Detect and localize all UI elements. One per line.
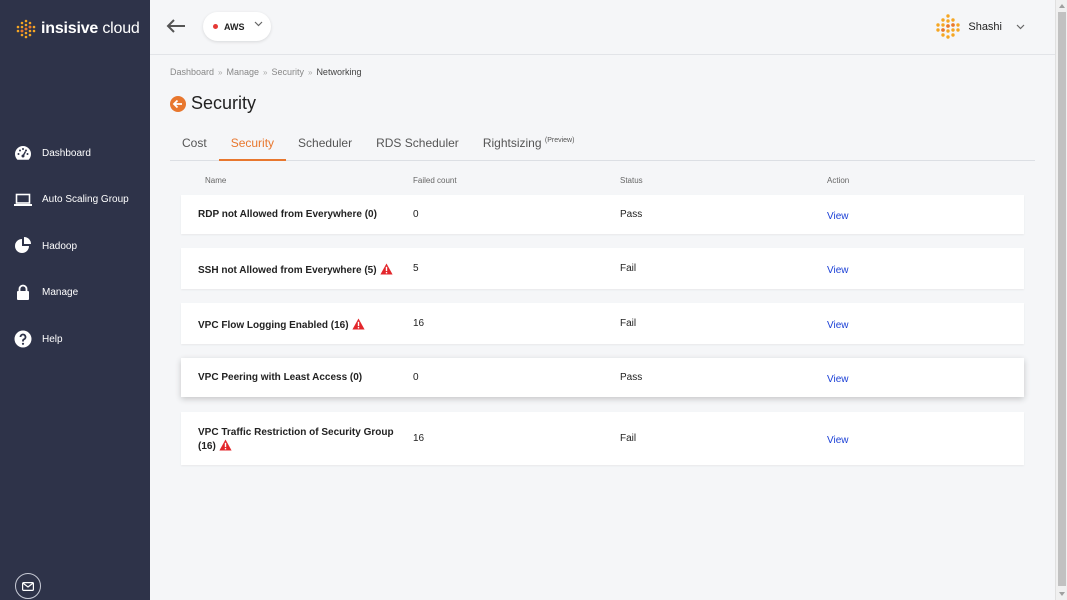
arrow-left-icon <box>166 19 185 33</box>
breadcrumb-separator: » <box>263 67 268 77</box>
cloud-provider-select[interactable]: AWS <box>203 12 271 41</box>
tab-cost[interactable]: Cost <box>170 130 219 161</box>
sidebar-item-auto-scaling-group[interactable]: Auto Scaling Group <box>0 177 150 224</box>
view-link[interactable]: View <box>827 320 849 331</box>
failed-count: 0 <box>413 209 419 220</box>
warning-triangle-icon <box>351 318 365 330</box>
column-header-status: Status <box>620 176 643 185</box>
column-header-name: Name <box>205 176 227 185</box>
pie-chart-icon <box>13 236 33 256</box>
dashboard-gauge-icon <box>13 143 33 163</box>
cloud-status-dot <box>213 24 218 29</box>
breadcrumb-separator: » <box>307 67 313 77</box>
table-row[interactable]: SSH not Allowed from Everywhere (5) 5 Fa… <box>181 248 1024 289</box>
warning-triangle-icon <box>219 439 232 451</box>
chevron-down-icon <box>1016 24 1025 30</box>
scroll-up-arrow-icon[interactable] <box>1058 2 1066 10</box>
tab-security[interactable]: Security <box>218 130 287 161</box>
sidebar-item-help[interactable]: Help <box>0 316 150 363</box>
sidebar-item-dashboard[interactable]: Dashboard <box>0 130 150 177</box>
cloud-provider-label: AWS <box>224 21 245 32</box>
table-row[interactable]: VPC Traffic Restriction of Security Grou… <box>181 412 1024 465</box>
logo-dots-icon <box>16 19 36 39</box>
preview-badge: (Preview) <box>544 137 575 144</box>
main-content: Dashboard » Manage » Security » Networki… <box>150 56 1055 600</box>
sidebar-nav: Dashboard Auto Scaling Group Hadoop Mana… <box>0 130 150 363</box>
chevron-down-icon <box>254 21 263 27</box>
status-text: Fail <box>620 318 637 329</box>
user-menu[interactable]: Shashi <box>934 13 1025 41</box>
vertical-scrollbar[interactable] <box>1055 0 1067 600</box>
view-link[interactable]: View <box>827 435 849 446</box>
check-name-cell: SSH not Allowed from Everywhere (5) <box>198 263 408 277</box>
failed-count: 16 <box>413 433 425 444</box>
table-row[interactable]: VPC Peering with Least Access (0) 0 Pass… <box>181 358 1024 397</box>
question-circle-icon <box>13 329 33 349</box>
laptop-icon <box>13 190 33 210</box>
table-row[interactable]: RDP not Allowed from Everywhere (0) 0 Pa… <box>181 195 1024 234</box>
view-link[interactable]: View <box>827 211 849 222</box>
check-name-cell: VPC Traffic Restriction of Security Grou… <box>198 427 398 453</box>
top-bar: AWS Shashi <box>150 0 1055 55</box>
view-link[interactable]: View <box>827 374 849 385</box>
view-link[interactable]: View <box>827 265 849 276</box>
status-text: Fail <box>620 433 637 444</box>
tab-rds-scheduler[interactable]: RDS Scheduler <box>364 130 471 161</box>
sidebar-item-manage[interactable]: Manage <box>0 270 150 317</box>
back-circle-arrow-icon[interactable] <box>170 95 186 112</box>
tab-bar: Cost Security Scheduler RDS Scheduler Ri… <box>170 130 1035 161</box>
check-name: VPC Flow Logging Enabled (16) <box>198 320 349 331</box>
table-header: Name Failed count Status Action <box>181 176 1024 190</box>
user-name: Shashi <box>968 21 1002 33</box>
tab-rightsizing[interactable]: Rightsizing (Preview) <box>471 130 587 161</box>
tab-scheduler[interactable]: Scheduler <box>286 130 364 161</box>
status-text: Pass <box>620 209 643 220</box>
page-header: Security <box>170 93 256 114</box>
breadcrumb: Dashboard » Manage » Security » Networki… <box>170 67 361 77</box>
column-header-failed-count: Failed count <box>413 176 457 185</box>
logo-text: insisive cloud <box>41 20 140 37</box>
scroll-down-arrow-icon[interactable] <box>1058 590 1066 598</box>
sidebar: insisive cloud Dashboard Auto Scaling Gr… <box>0 0 150 600</box>
breadcrumb-item-manage[interactable]: Manage <box>226 67 259 77</box>
sidebar-item-hadoop[interactable]: Hadoop <box>0 223 150 270</box>
table-row[interactable]: VPC Flow Logging Enabled (16) 16 Fail Vi… <box>181 303 1024 344</box>
failed-count: 0 <box>413 372 419 383</box>
mail-icon <box>22 581 34 591</box>
avatar <box>936 14 961 39</box>
page-title: Security <box>191 93 257 113</box>
breadcrumb-item-security[interactable]: Security <box>271 67 304 77</box>
check-name-cell: VPC Flow Logging Enabled (16) <box>198 318 408 332</box>
mail-button[interactable] <box>15 573 41 599</box>
breadcrumb-item-networking: Networking <box>316 67 362 77</box>
check-name: RDP not Allowed from Everywhere (0) <box>198 209 377 220</box>
column-header-action: Action <box>827 176 850 185</box>
check-name: VPC Peering with Least Access (0) <box>198 372 363 383</box>
lock-icon <box>13 283 33 303</box>
breadcrumb-item-dashboard[interactable]: Dashboard <box>170 67 214 77</box>
app-logo[interactable]: insisive cloud <box>15 18 140 40</box>
check-name: SSH not Allowed from Everywhere (5) <box>198 265 377 276</box>
failed-count: 16 <box>413 318 425 329</box>
failed-count: 5 <box>413 263 419 274</box>
warning-triangle-icon <box>379 263 393 275</box>
back-button[interactable] <box>164 14 188 38</box>
status-text: Fail <box>620 263 637 274</box>
breadcrumb-separator: » <box>218 67 223 77</box>
status-text: Pass <box>620 372 643 383</box>
scrollbar-thumb[interactable] <box>1058 12 1066 586</box>
